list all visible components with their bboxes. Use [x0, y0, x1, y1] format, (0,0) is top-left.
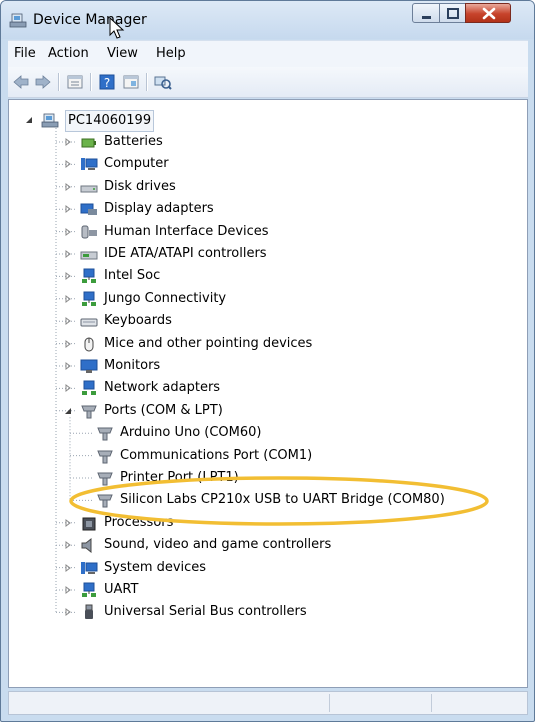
device-category-label: Sound, video and game controllers [104, 537, 332, 553]
update-driver-icon[interactable] [122, 74, 140, 90]
device-category-label: Monitors [104, 358, 161, 373]
title-bar[interactable]: Device Manager [1, 1, 534, 39]
status-cell [331, 694, 432, 712]
network-adapter-icon [82, 380, 96, 396]
battery-icon [81, 138, 96, 148]
disk-drive-icon [80, 185, 98, 193]
device-category-label: Display adapters [104, 201, 214, 217]
collapse-arrow-icon[interactable] [25, 116, 33, 124]
keyboard-icon [80, 318, 98, 327]
device-category-label: Disk drives [104, 178, 176, 194]
svg-text:?: ? [104, 76, 110, 90]
usb-icon [85, 604, 93, 620]
expand-arrow-icon[interactable] [64, 227, 72, 236]
expand-arrow-icon[interactable] [64, 563, 72, 572]
close-icon [482, 7, 496, 20]
minimize-button[interactable] [412, 3, 440, 23]
expand-arrow-icon[interactable] [64, 205, 72, 214]
menu-file[interactable]: File [14, 46, 36, 61]
computer-root-icon [41, 113, 59, 128]
expand-arrow-icon[interactable] [64, 182, 72, 191]
ide-controller-icon [80, 251, 98, 260]
highlight-ellipse [69, 476, 489, 526]
device-category-label: IDE ATA/ATAPI controllers [104, 246, 267, 261]
menu-view[interactable]: View [107, 46, 138, 61]
forward-arrow-icon[interactable] [34, 74, 52, 90]
port-device-label: Communications Port (COM1) [120, 447, 313, 463]
sound-icon [81, 538, 92, 554]
network-device-icon [82, 582, 96, 597]
menu-bar: File Action View Help [8, 40, 528, 67]
device-category-label: Keyboards [104, 313, 172, 329]
expand-arrow-icon[interactable] [64, 362, 72, 370]
maximize-button[interactable] [439, 3, 466, 23]
help-icon[interactable]: ? [98, 74, 116, 90]
maximize-icon [447, 8, 459, 19]
device-category-label: Batteries [104, 134, 163, 149]
properties-icon[interactable] [66, 74, 84, 90]
expand-arrow-icon[interactable] [64, 250, 72, 258]
expand-arrow-icon[interactable] [64, 586, 72, 594]
back-arrow-icon[interactable] [12, 74, 30, 90]
network-device-icon [82, 268, 96, 284]
expand-arrow-icon[interactable] [64, 541, 72, 550]
display-adapter-icon [80, 203, 97, 216]
expand-arrow-icon[interactable] [64, 608, 72, 617]
device-category-label: Jungo Connectivity [104, 290, 227, 306]
device-tree: PC14060199 Batteries Computer Disk drives D… [8, 99, 528, 688]
expand-arrow-icon[interactable] [64, 272, 72, 281]
expand-arrow-icon[interactable] [64, 317, 72, 326]
device-manager-icon [9, 13, 27, 28]
tree-root-label: PC14060199 [65, 110, 155, 132]
device-category-label: Network adapters [104, 380, 221, 396]
port-icon [97, 450, 113, 464]
system-device-icon [81, 561, 98, 574]
window-title: Device Manager [33, 12, 147, 28]
port-icon [97, 427, 113, 441]
toolbar-separator [146, 73, 148, 91]
device-category-label: Ports (COM & LPT) [104, 402, 223, 418]
device-category-label: Mice and other pointing devices [104, 335, 313, 351]
device-category-label: Computer [104, 156, 169, 172]
hid-icon [81, 225, 97, 239]
monitor-icon [80, 359, 98, 373]
mouse-icon [84, 337, 94, 352]
port-device-label: Arduino Uno (COM60) [120, 425, 262, 441]
network-device-icon [82, 291, 96, 306]
expand-arrow-icon[interactable] [64, 138, 72, 146]
menu-help[interactable]: Help [156, 46, 186, 61]
toolbar-separator [90, 73, 92, 91]
expand-arrow-icon[interactable] [64, 384, 72, 393]
device-manager-window: Device Manager File Action View Help ? P… [0, 0, 535, 722]
collapse-arrow-icon[interactable] [64, 407, 72, 415]
toolbar: ? [8, 67, 528, 98]
device-category-label: System devices [104, 559, 207, 575]
toolbar-separator [58, 73, 60, 91]
device-category-label: UART [104, 582, 139, 597]
scan-hardware-icon[interactable] [154, 74, 172, 90]
device-category-label: Universal Serial Bus controllers [104, 604, 307, 620]
expand-arrow-icon[interactable] [64, 294, 72, 303]
menu-action[interactable]: Action [48, 46, 89, 61]
expand-arrow-icon[interactable] [64, 160, 72, 169]
status-bar [8, 691, 528, 715]
device-category-label: Intel Soc [104, 268, 161, 284]
expand-arrow-icon[interactable] [64, 339, 72, 348]
close-button[interactable] [465, 3, 511, 23]
device-category-label: Human Interface Devices [104, 223, 269, 239]
minimize-icon [422, 16, 431, 19]
mouse-cursor-icon [109, 17, 125, 39]
status-cell [9, 694, 330, 712]
port-icon [81, 405, 97, 419]
computer-icon [81, 158, 98, 171]
